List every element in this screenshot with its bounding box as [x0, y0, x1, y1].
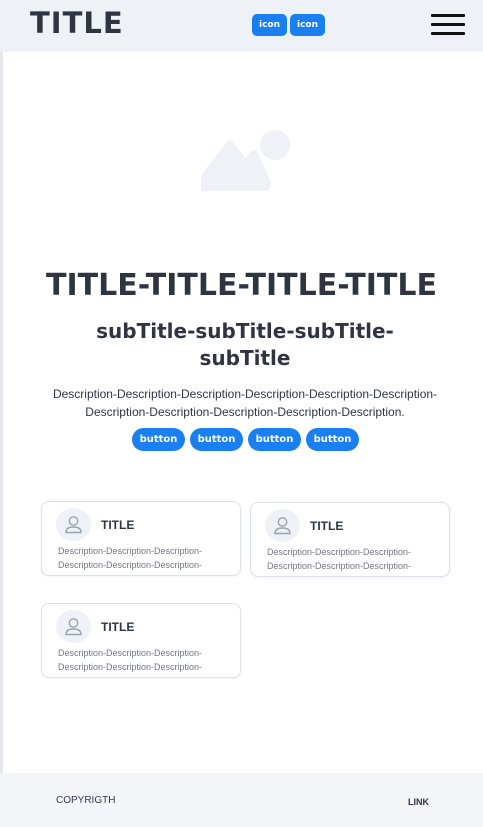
hero-button-row: button button button button	[0, 428, 483, 451]
left-edge-rule	[0, 0, 3, 827]
user-avatar-icon	[265, 509, 300, 542]
feature-card-3[interactable]: TITLE Description-Description-Descriptio…	[41, 603, 241, 678]
icon-button-1[interactable]: icon	[252, 14, 287, 36]
card-title: TITLE	[101, 620, 135, 634]
page-footer: COPYRIGTH LINK	[0, 773, 483, 827]
hero-subtitle: subTitle-subTitle-subTitle-subTitle	[96, 319, 394, 370]
brand-title[interactable]: TITLE	[30, 6, 124, 40]
card-description: Description-Description-Description- Des…	[267, 547, 412, 571]
hero-button-1[interactable]: button	[132, 428, 185, 451]
icon-button-2[interactable]: icon	[290, 14, 325, 36]
card-description: Description-Description-Description- Des…	[58, 546, 203, 570]
hero-description: Description-Description-Description-Desc…	[52, 387, 438, 419]
user-avatar-icon	[56, 610, 91, 643]
user-avatar-icon	[56, 508, 91, 541]
card-title: TITLE	[101, 518, 135, 532]
hero-title: TITLE-TITLE-TITLE-TITLE	[46, 268, 437, 303]
image-placeholder-icon	[199, 128, 293, 194]
hero-button-2[interactable]: button	[190, 428, 243, 451]
feature-card-2[interactable]: TITLE Description-Description-Descriptio…	[250, 502, 450, 577]
top-nav-bar: TITLE icon icon	[0, 0, 483, 52]
feature-card-1[interactable]: TITLE Description-Description-Descriptio…	[41, 501, 241, 576]
hero-button-3[interactable]: button	[248, 428, 301, 451]
card-description: Description-Description-Description- Des…	[58, 648, 203, 672]
footer-link[interactable]: LINK	[408, 797, 429, 807]
card-title: TITLE	[310, 519, 344, 533]
copyright-text: COPYRIGTH	[56, 795, 116, 806]
hamburger-menu-icon[interactable]	[431, 14, 465, 36]
hero-button-4[interactable]: button	[306, 428, 359, 451]
